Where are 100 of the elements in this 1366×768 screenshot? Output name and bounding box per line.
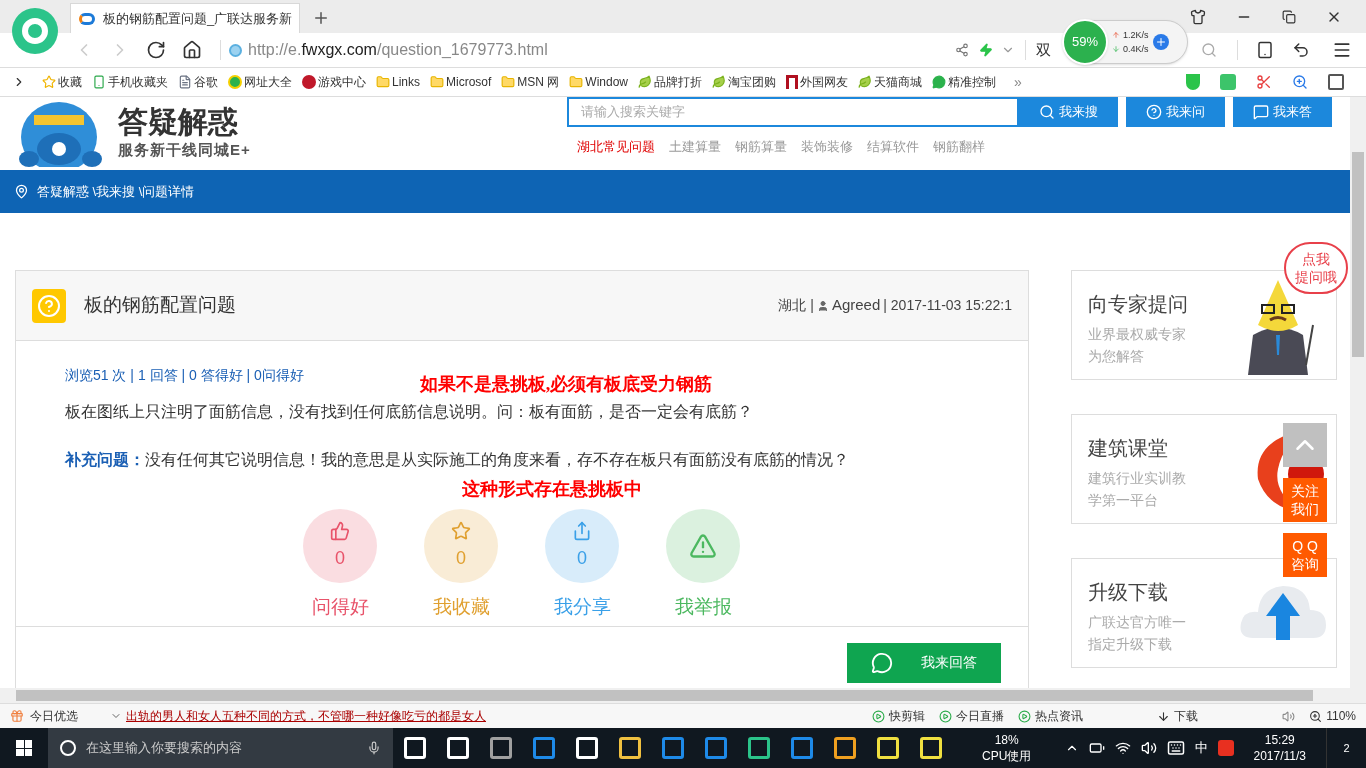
new-tab-icon[interactable]: [312, 9, 330, 27]
bookmark-item[interactable]: Window: [569, 73, 629, 91]
download-icon: [1157, 709, 1171, 723]
folder-icon: [569, 75, 584, 89]
leaf-icon: [638, 75, 653, 89]
logo-ring-icon: [22, 18, 48, 44]
wifi-icon[interactable]: [1114, 740, 1131, 756]
play-icon: [1018, 709, 1032, 723]
leaf-icon: [712, 75, 727, 89]
vertical-scrollbar[interactable]: [1350, 97, 1366, 688]
promo-title: 向专家提问: [1088, 292, 1188, 317]
search-engine-label: 双: [1036, 39, 1051, 60]
microphone-icon[interactable]: [367, 741, 381, 755]
bookmark-item[interactable]: 游戏中心: [302, 73, 366, 91]
browser-tab[interactable]: 板的钢筋配置问题_广联达服务新: [70, 3, 300, 33]
scissors-icon[interactable]: [1256, 74, 1272, 90]
bookmark-item[interactable]: 手机收藏夹: [92, 73, 168, 91]
clock-time: 15:29: [1264, 732, 1295, 748]
bookmark-item[interactable]: 谷歌: [178, 73, 218, 91]
folder-icon: [430, 75, 444, 89]
battery-icon[interactable]: [1088, 740, 1105, 756]
question-icon: [1146, 104, 1162, 120]
action-count: 0: [456, 546, 466, 570]
notification-button[interactable]: 2: [1326, 728, 1366, 768]
more-bookmarks[interactable]: »: [1014, 71, 1022, 93]
keyboard-icon[interactable]: [1166, 739, 1185, 757]
chat-icon: [932, 75, 947, 89]
folder-icon: [501, 75, 516, 89]
url-field[interactable]: http://e.fwxgx.com/question_1679773.html: [248, 38, 548, 62]
menu-icon[interactable]: [1332, 40, 1352, 60]
bookmark-item[interactable]: 品牌打折: [638, 73, 703, 91]
news-link[interactable]: 出轨的男人和女人五种不同的方式，不管哪一种好像吃亏的都是女人: [126, 707, 486, 725]
page-icon: [178, 75, 192, 89]
bookmark-item[interactable]: 收藏: [42, 73, 82, 91]
star-icon: [42, 75, 56, 89]
arrow-down-icon: [1112, 45, 1120, 53]
action-count: 0: [335, 546, 345, 570]
globe-icon: [228, 75, 242, 89]
action-label: 我举报: [674, 595, 732, 619]
taskbar-search-field[interactable]: 在这里输入你要搜索的内容: [48, 728, 393, 768]
promo-subtitle: 建筑行业实训教 学第一平台: [1088, 469, 1186, 510]
volume-icon[interactable]: [1140, 740, 1157, 756]
home-icon[interactable]: [182, 40, 202, 60]
question-mark-icon: [32, 288, 66, 323]
speech-bubble[interactable]: 点我 提问哦: [1284, 242, 1348, 294]
folder-icon: [376, 75, 390, 89]
bookmark-item[interactable]: 网址大全: [228, 73, 292, 91]
location-pin-icon: [14, 184, 29, 199]
arrow-up-icon: [1112, 31, 1120, 39]
horizontal-scrollbar[interactable]: [0, 688, 1366, 703]
header-button[interactable]: 我来答: [1233, 97, 1332, 127]
game-icon: [302, 75, 316, 89]
chat-icon: [1253, 104, 1269, 120]
speed-widget[interactable]: 59% 1.2K/s 0.4K/s: [1063, 20, 1188, 64]
nav-link[interactable]: 湖北常见问题: [577, 137, 655, 157]
bookmark-item[interactable]: MSN 网: [501, 73, 560, 91]
site-favicon: [79, 12, 95, 25]
daily-pick[interactable]: 今日优选: [30, 707, 78, 725]
header-button[interactable]: 我来搜: [1019, 97, 1118, 127]
play-icon: [939, 709, 953, 723]
input-method[interactable]: 中: [1194, 738, 1208, 758]
reload-icon[interactable]: [146, 40, 166, 60]
promo-subtitle: 广联达官方唯一 指定升级下载: [1088, 613, 1186, 654]
bookmark-item[interactable]: Microsof: [430, 73, 492, 91]
thumbs-up-icon: [330, 520, 350, 541]
bookmark-item[interactable]: 精准控制: [932, 73, 997, 91]
skin-icon[interactable]: [1190, 8, 1206, 25]
bookmark-item[interactable]: Links: [376, 73, 420, 91]
supplement-text: 补充问题：没有任何其它说明信息！我的意思是从实际施工的角度来看，存不存在板只有面筋没有底筋的情况？: [65, 450, 850, 470]
breadcrumb: 答疑解惑 \我来搜 \问题详情: [37, 182, 195, 201]
status-link[interactable]: 今日直播: [939, 707, 1005, 725]
promo-title: 升级下载: [1088, 580, 1169, 605]
chat-icon: [871, 651, 893, 674]
share-icon[interactable]: [955, 43, 969, 57]
warning-icon: [689, 532, 717, 560]
question-title: 板的钢筋配置问题: [84, 293, 236, 318]
tab-title: 板的钢筋配置问题_广联达服务新: [103, 9, 293, 28]
logo-subtitle: 服务新干线同城E+: [118, 139, 251, 160]
plus-icon[interactable]: [1152, 34, 1169, 50]
restore-icon[interactable]: [1282, 9, 1296, 24]
status-link[interactable]: 热点资讯: [1018, 707, 1084, 725]
play-icon: [872, 709, 886, 723]
cpu-usage: 18%: [994, 732, 1019, 748]
status-link[interactable]: 下载: [1157, 707, 1199, 725]
header-button[interactable]: 我来问: [1126, 97, 1225, 127]
gift-icon: [10, 709, 24, 723]
bookmark-item[interactable]: 天猫商城: [858, 73, 923, 91]
user-icon: [816, 299, 829, 312]
status-link[interactable]: 快剪辑: [872, 707, 926, 725]
share-icon: [572, 520, 592, 541]
annotation-note: 这种形式存在悬挑板中: [462, 478, 642, 501]
annotation-note: 如果不是悬挑板,必须有板底受力钢筋: [419, 373, 713, 396]
tablet-icon[interactable]: [1256, 41, 1274, 59]
bookmark-item[interactable]: 淘宝团购: [712, 73, 777, 91]
cortana-icon: [60, 740, 76, 756]
zoom-level[interactable]: 110%: [1309, 707, 1356, 725]
undo-icon[interactable]: [1292, 41, 1310, 59]
cpu-label: CPU使用: [982, 748, 1032, 764]
bookmark-item[interactable]: 外国网友: [786, 73, 849, 91]
logo-title: 答疑解惑: [118, 104, 239, 139]
